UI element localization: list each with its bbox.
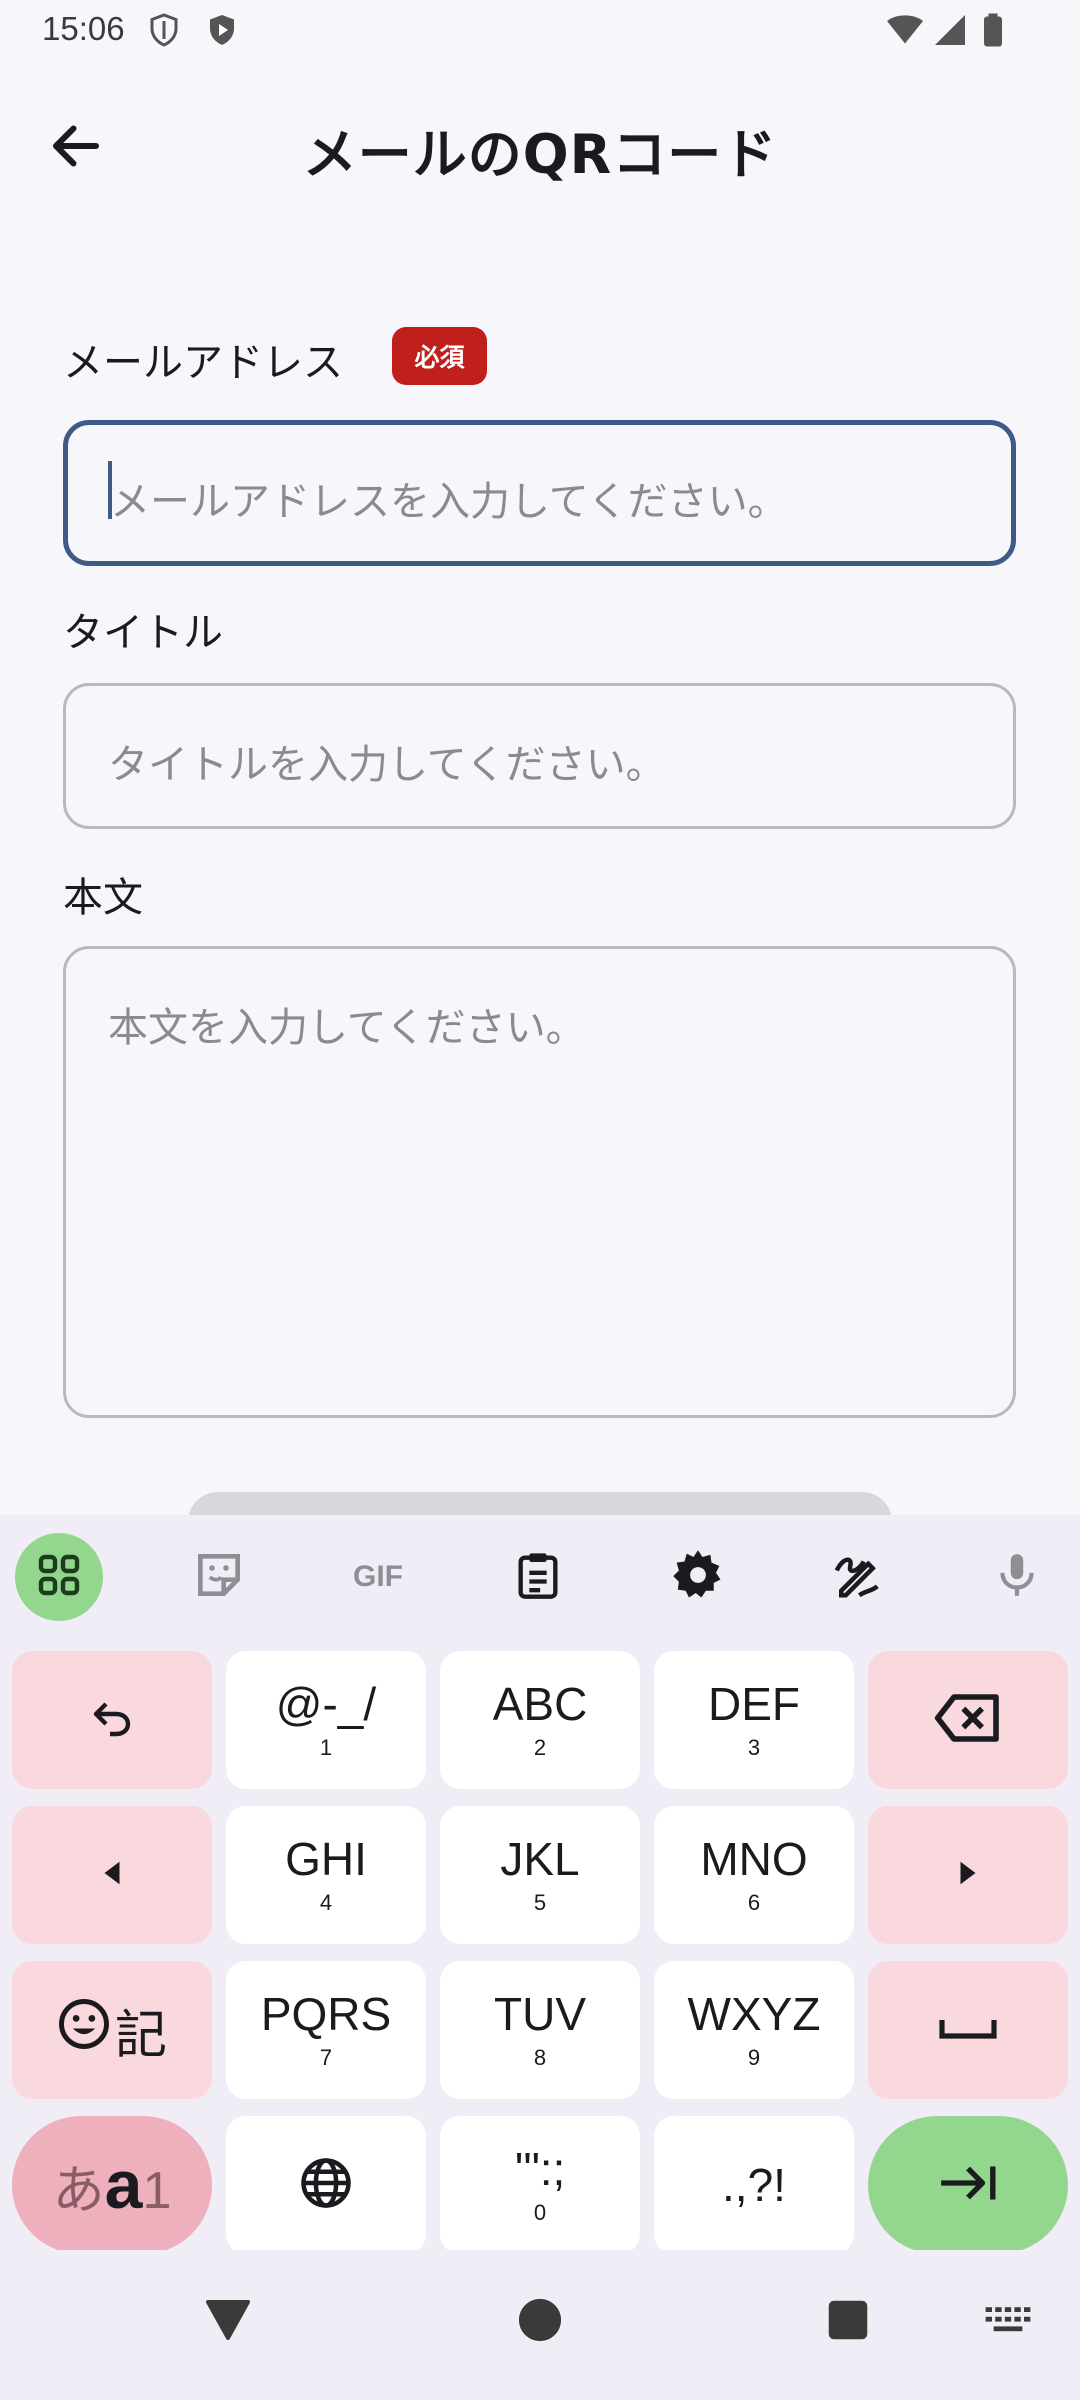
key-label: PQRS [260,1988,392,2040]
input-mode-label: あa1 [53,2146,172,2224]
mode-num: 1 [142,2162,172,2220]
cursor-left-key[interactable] [12,1806,212,1944]
smiley-icon [57,1997,111,2064]
key-mno[interactable]: MNO 6 [654,1806,854,1944]
emoji-kanji-key[interactable]: 記 [12,1961,212,2099]
key-sublabel: 9 [747,2045,761,2070]
key-label: WXYZ [687,1988,821,2040]
vpn-shield-icon [146,12,182,48]
key-punct-period[interactable]: .,?! [654,2116,854,2254]
email-placeholder: メールアドレスを入力してください。 [110,479,788,525]
subject-placeholder: タイトルを入力してください。 [108,742,666,788]
triangle-left-icon [97,1858,127,1892]
email-field[interactable]: メールアドレスを入力してください。 [63,420,1016,566]
page-title: メールのQRコード [302,123,778,186]
microphone-icon [992,1548,1042,1606]
key-sublabel: 7 [319,2045,333,2070]
sticker-button[interactable] [175,1533,263,1621]
tab-arrow-icon [937,2161,999,2209]
keyboard: GIF @-_/ 1 ABC 2 DEF 3 GHI 4 JKL 5 MNO 6… [0,1515,1080,2254]
required-badge: 必須 [392,327,487,385]
backspace-key[interactable] [868,1651,1068,1789]
apps-grid-button[interactable] [15,1533,103,1621]
sticker-icon [191,1547,247,1607]
space-bar-icon [938,2013,998,2047]
undo-key[interactable] [12,1651,212,1789]
keyboard-icon [984,2305,1032,2339]
key-label: DEF [708,1678,800,1730]
wifi-icon [886,12,923,48]
status-bar: 15:06 [0,0,1080,62]
key-label: JKL [500,1833,580,1885]
undo-icon [88,1694,136,1746]
signal-icon [932,12,968,48]
mode-latin: a [104,2147,143,2223]
next-field-key[interactable] [868,2116,1068,2254]
apps-grid-icon [35,1551,83,1603]
clipboard-icon [512,1549,564,1605]
backspace-icon [933,1690,1003,1750]
emoji-kanji-label: 記 [57,1993,167,2068]
handwriting-button[interactable] [813,1533,901,1621]
key-abc[interactable]: ABC 2 [440,1651,640,1789]
gif-icon: GIF [353,1560,403,1593]
key-ghi[interactable]: GHI 4 [226,1806,426,1944]
key-punct-quote[interactable]: '":; 0 [440,2116,640,2254]
key-label: .,?! [722,2159,786,2211]
subject-field[interactable]: タイトルを入力してください。 [63,683,1016,829]
battery-icon [978,12,1014,48]
nav-recents-button[interactable] [818,2292,878,2352]
email-label: メールアドレス [63,340,343,386]
body-placeholder: 本文を入力してください。 [108,1005,586,1051]
key-sublabel: 6 [747,1890,761,1915]
key-sublabel: 0 [533,2200,547,2225]
key-sublabel: 5 [533,1890,547,1915]
gif-button[interactable]: GIF [334,1533,422,1621]
settings-gear-icon [671,1548,725,1606]
nav-square-icon [827,2299,869,2345]
language-key[interactable] [226,2116,426,2254]
key-sublabel: 1 [319,1735,333,1760]
key-label: @-_/ [275,1678,377,1730]
nav-home-button[interactable] [510,2292,570,2352]
kanji-label: 記 [114,2005,167,2066]
key-wxyz[interactable]: WXYZ 9 [654,1961,854,2099]
globe-icon [299,2156,353,2214]
status-time: 15:06 [42,10,125,47]
body-textarea[interactable]: 本文を入力してください。 [63,946,1016,1418]
play-protect-icon [204,12,240,48]
clipboard-button[interactable] [494,1533,582,1621]
triangle-right-icon [953,1858,983,1892]
handwriting-icon [830,1548,884,1606]
input-mode-key[interactable]: あa1 [12,2116,212,2254]
mode-hira: あ [52,2162,105,2220]
space-key[interactable] [868,1961,1068,2099]
key-symbols[interactable]: @-_/ 1 [226,1651,426,1789]
subject-label: タイトル [63,610,223,656]
key-label: '":; [514,2143,566,2195]
key-sublabel: 4 [319,1890,333,1915]
key-pqrs[interactable]: PQRS 7 [226,1961,426,2099]
voice-input-button[interactable] [973,1533,1061,1621]
navigation-bar [0,2250,1080,2400]
key-sublabel: 8 [533,2045,547,2070]
nav-circle-icon [517,2297,563,2347]
body-label: 本文 [63,875,143,921]
key-def[interactable]: DEF 3 [654,1651,854,1789]
key-sublabel: 2 [533,1735,547,1760]
key-sublabel: 3 [747,1735,761,1760]
settings-button[interactable] [654,1533,742,1621]
cursor-right-key[interactable] [868,1806,1068,1944]
key-label: ABC [492,1678,588,1730]
app-bar: メールのQRコード [0,90,1080,210]
key-label: TUV [494,1988,586,2040]
key-label: GHI [285,1833,367,1885]
nav-triangle-down-icon [204,2298,252,2346]
key-jkl[interactable]: JKL 5 [440,1806,640,1944]
key-label: MNO [700,1833,808,1885]
nav-back-button[interactable] [198,2292,258,2352]
keyboard-switch-button[interactable] [978,2292,1038,2352]
keyboard-toolbar: GIF [0,1515,1080,1635]
key-tuv[interactable]: TUV 8 [440,1961,640,2099]
